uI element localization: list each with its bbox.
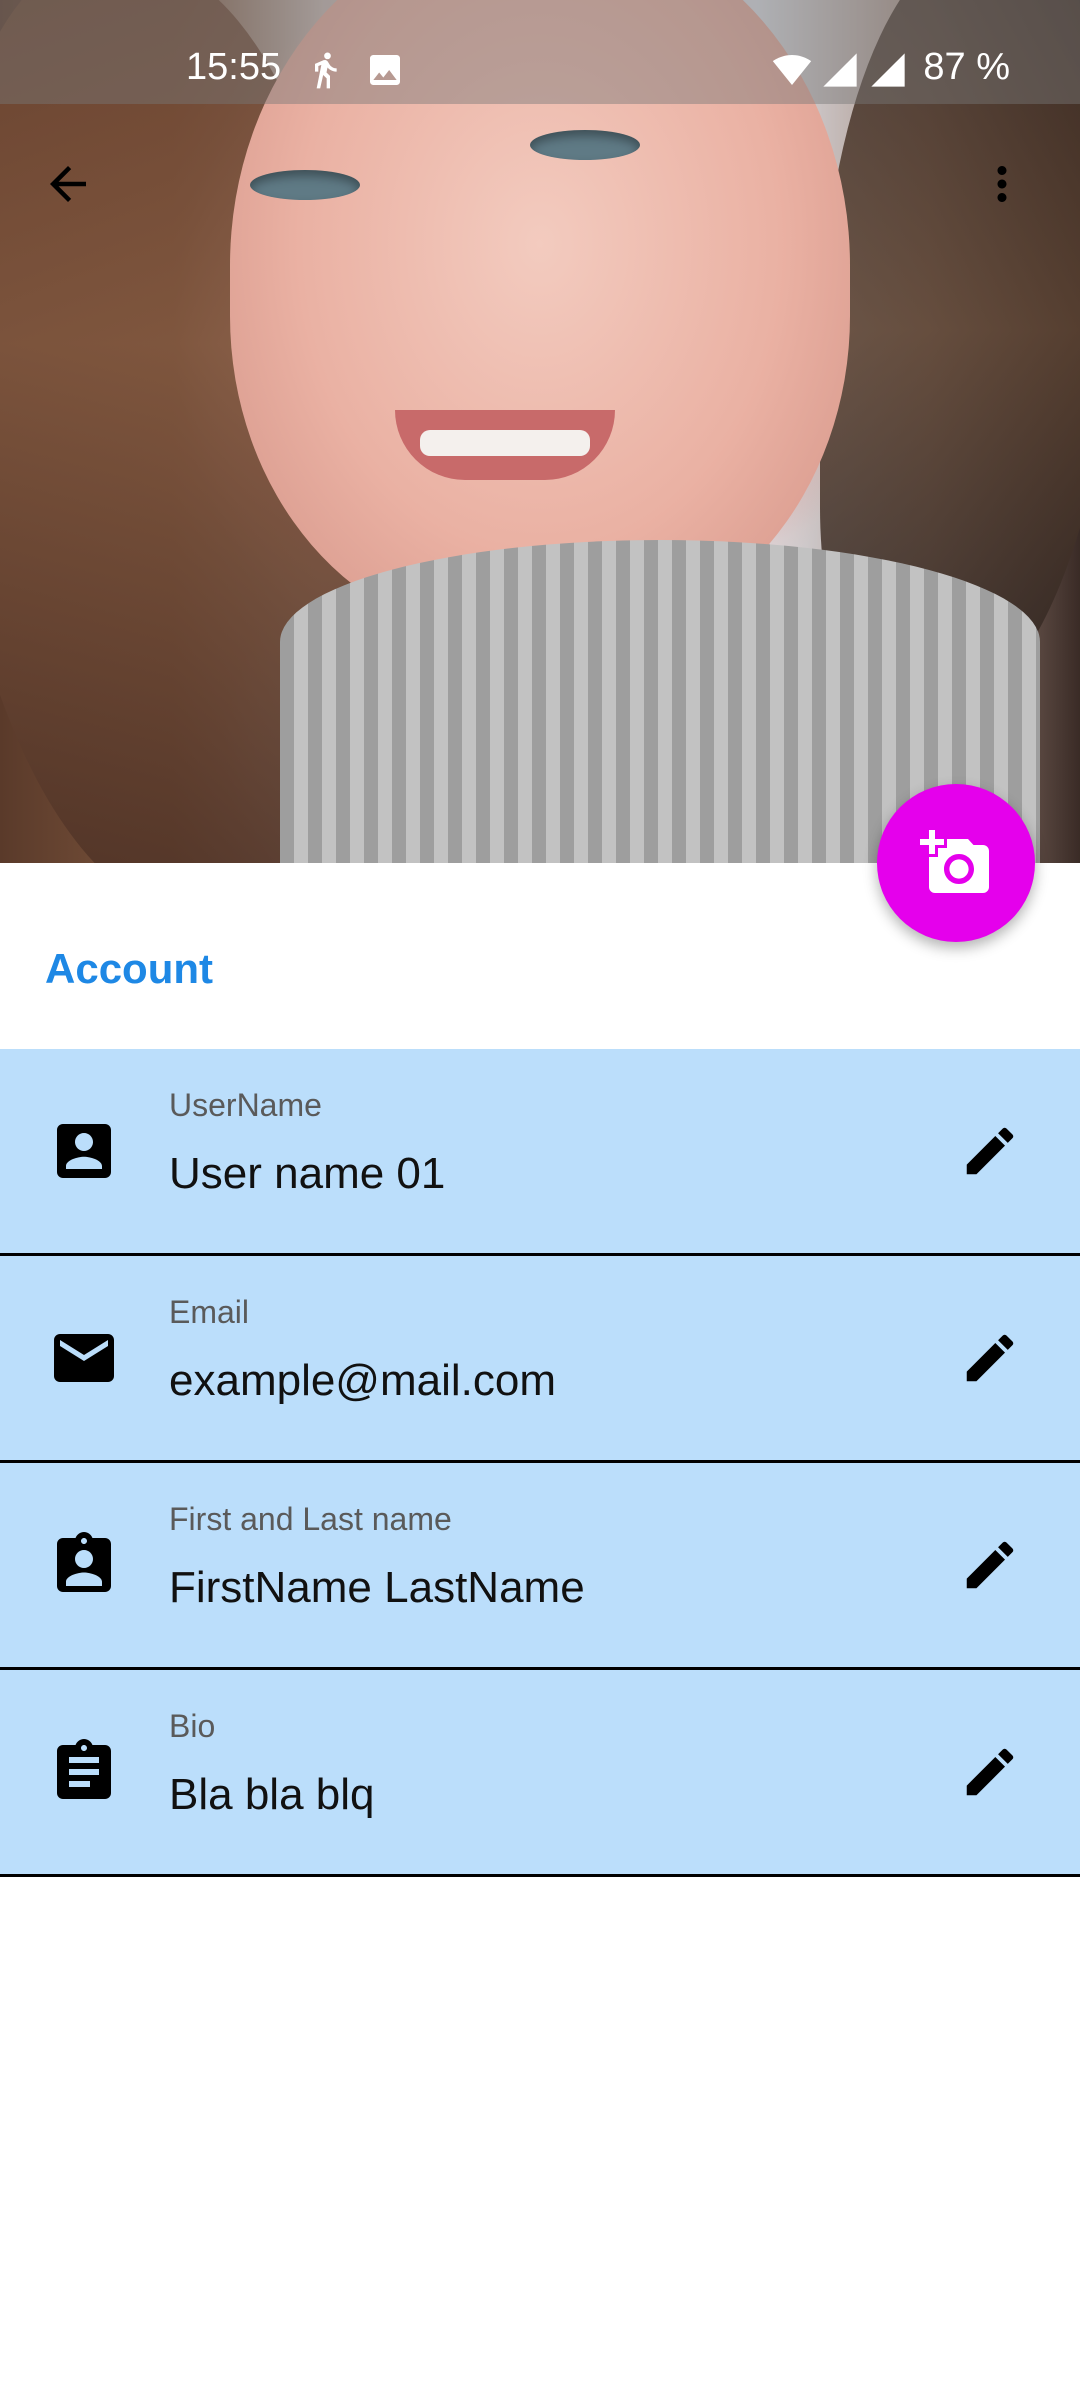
status-time: 15:55 bbox=[186, 46, 282, 88]
signal-roaming-icon bbox=[868, 50, 908, 95]
wifi-icon bbox=[770, 50, 814, 95]
field-value: Bla bla blq bbox=[169, 1770, 375, 1819]
photo-eye-left bbox=[250, 170, 360, 200]
more-vert-icon bbox=[997, 166, 1007, 202]
field-value: User name 01 bbox=[169, 1149, 446, 1198]
field-label: UserName bbox=[169, 1087, 322, 1123]
edit-username-button[interactable] bbox=[942, 1103, 1038, 1199]
field-row-email[interactable]: Email example@mail.com bbox=[0, 1256, 1080, 1463]
edit-icon bbox=[966, 1127, 1014, 1175]
signal-icon bbox=[820, 50, 860, 95]
section-title-account: Account bbox=[45, 945, 213, 992]
photo-eye-right bbox=[530, 130, 640, 160]
edit-email-button[interactable] bbox=[942, 1310, 1038, 1406]
more-options-button[interactable] bbox=[954, 136, 1050, 232]
edit-bio-button[interactable] bbox=[942, 1724, 1038, 1820]
back-button[interactable] bbox=[20, 136, 116, 232]
add-a-photo-icon bbox=[920, 830, 989, 893]
field-row-username[interactable]: UserName User name 01 bbox=[0, 1049, 1080, 1256]
account-box-icon bbox=[48, 1115, 120, 1187]
assignment-icon bbox=[48, 1736, 120, 1808]
field-label: Bio bbox=[169, 1708, 216, 1744]
photo-teeth bbox=[420, 430, 590, 456]
field-row-full-name[interactable]: First and Last name FirstName LastName bbox=[0, 1463, 1080, 1670]
field-value: FirstName LastName bbox=[169, 1563, 585, 1612]
edit-icon bbox=[966, 1334, 1014, 1382]
edit-icon bbox=[966, 1748, 1014, 1796]
field-row-bio[interactable]: Bio Bla bla blq bbox=[0, 1670, 1080, 1877]
status-bar: 15:55 87 % bbox=[0, 0, 1080, 104]
edit-icon bbox=[966, 1541, 1014, 1589]
profile-photo bbox=[0, 0, 1080, 863]
battery-percent: 87 % bbox=[923, 46, 1010, 88]
assignment-ind-icon bbox=[48, 1529, 120, 1601]
account-fields-list: UserName User name 01 Email example@mail… bbox=[0, 1049, 1080, 1877]
image-icon bbox=[365, 50, 405, 95]
add-photo-button[interactable] bbox=[877, 784, 1035, 942]
field-label: First and Last name bbox=[169, 1501, 452, 1537]
edit-full-name-button[interactable] bbox=[942, 1517, 1038, 1613]
arrow-back-icon bbox=[50, 166, 86, 202]
field-value: example@mail.com bbox=[169, 1356, 556, 1405]
activity-icon bbox=[305, 50, 345, 95]
field-label: Email bbox=[169, 1294, 250, 1330]
mail-icon bbox=[48, 1322, 120, 1394]
